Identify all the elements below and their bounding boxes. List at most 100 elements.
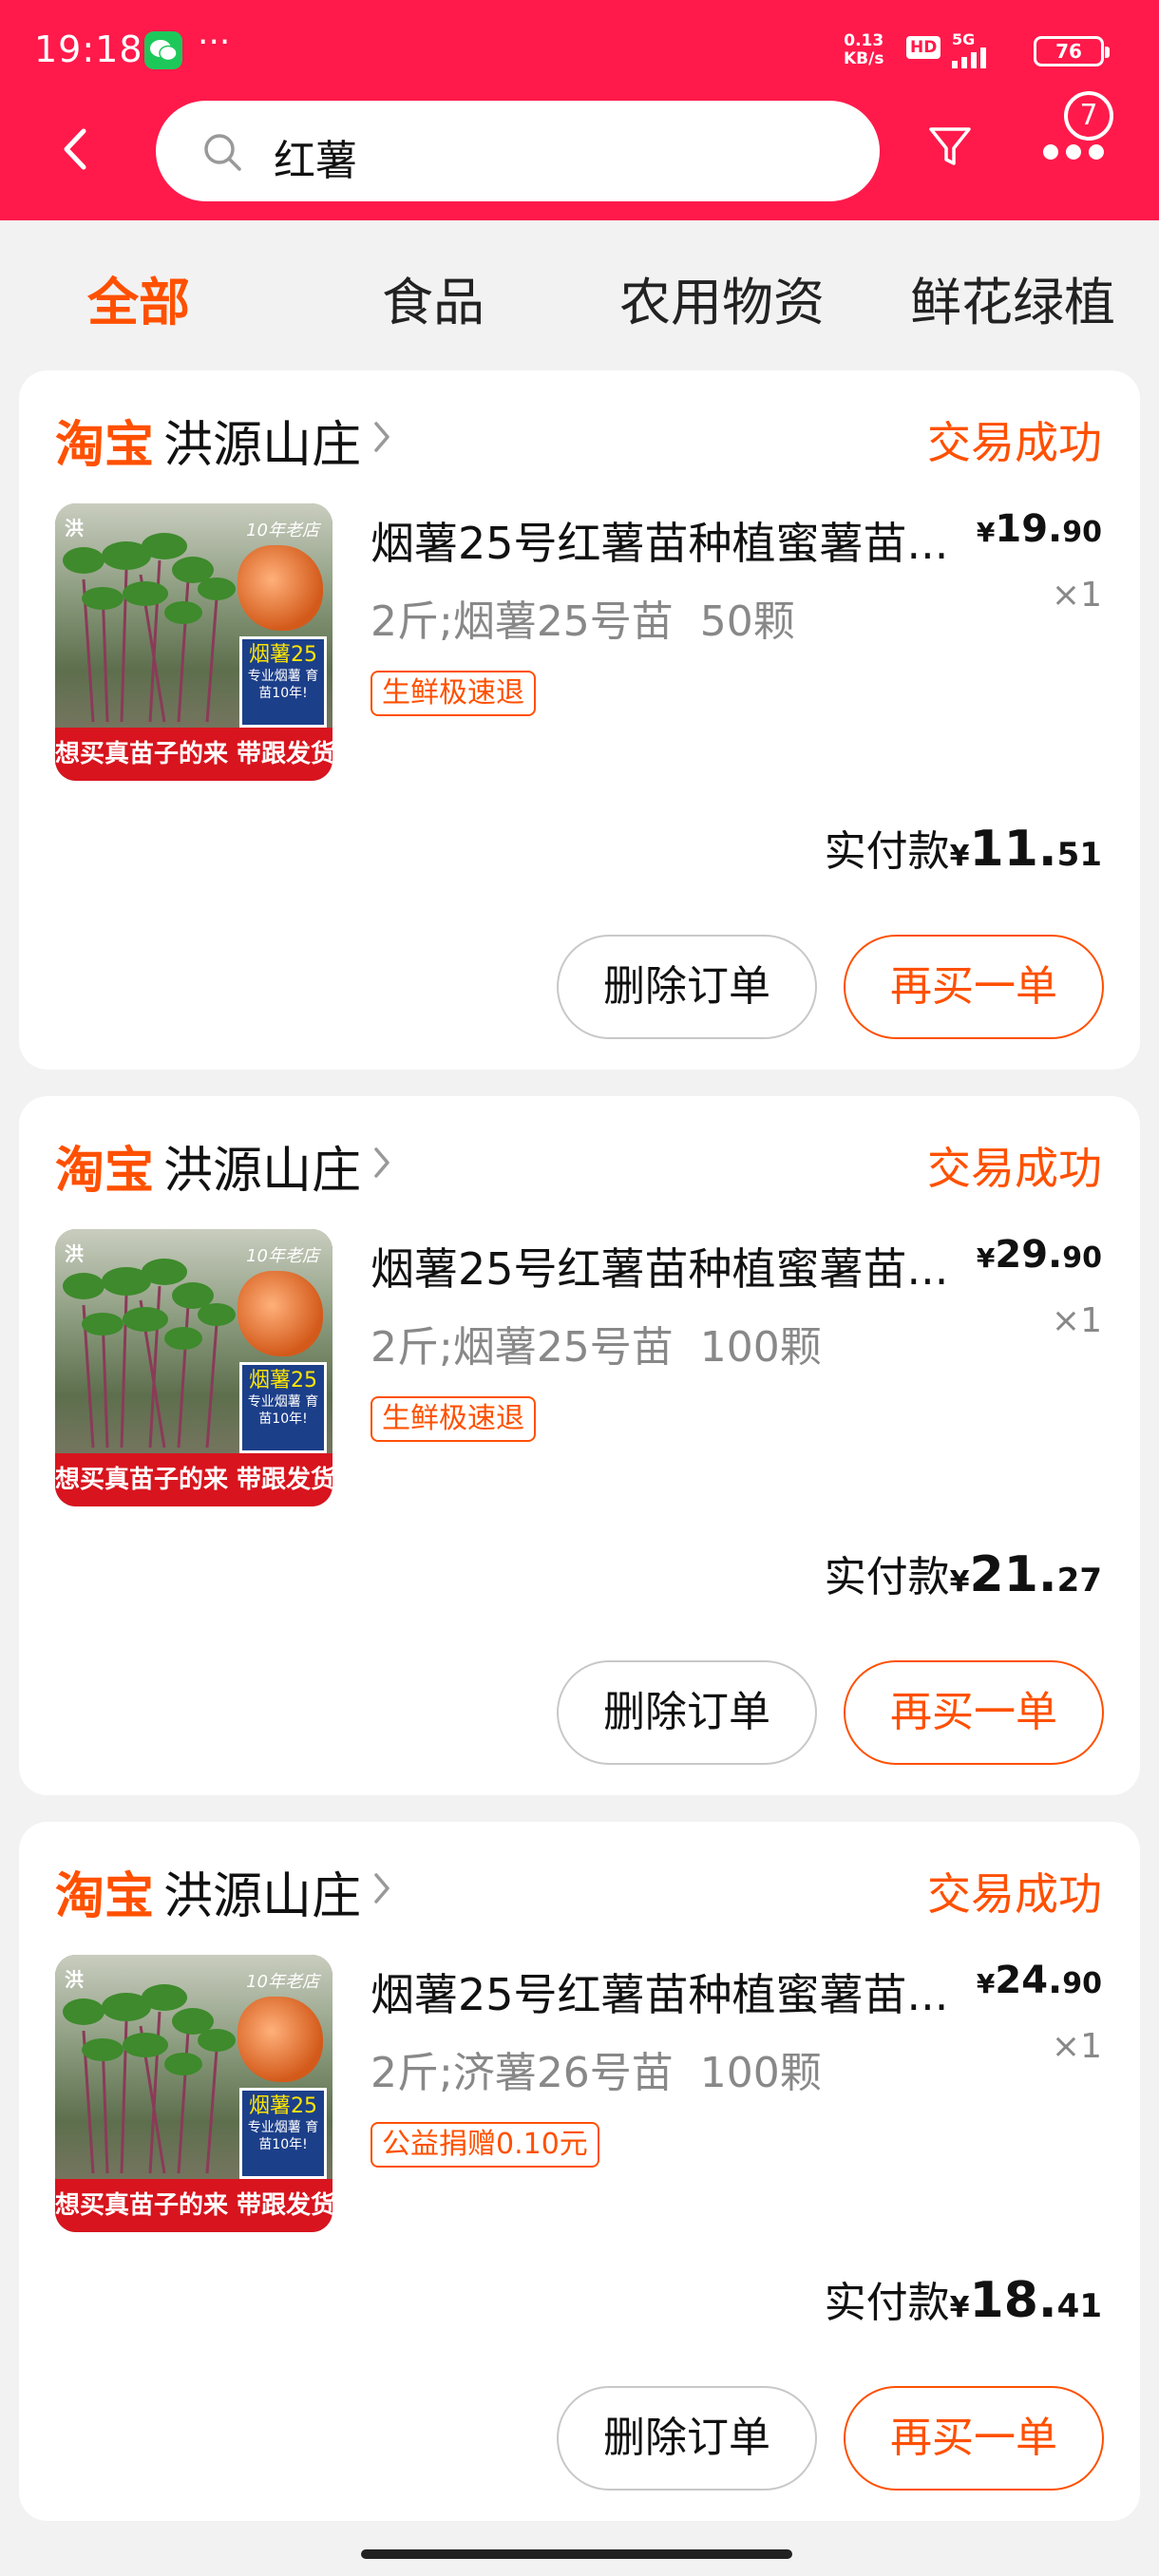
price-currency: ¥	[976, 1968, 996, 1999]
product-image[interactable]: 洪 10年老店 烟薯25 专业烟薯 育苗10年! 想买真苗子的来 带跟发货	[55, 503, 332, 781]
product-title[interactable]: 烟薯25号红薯苗种植蜜薯苗...	[370, 1960, 978, 2023]
product-spec: 2斤;烟薯25号苗 100颗	[370, 1323, 822, 1372]
amount-paid-label: 实付款	[824, 2279, 950, 2327]
paid-currency: ¥	[949, 1565, 970, 1599]
status-more-icon: ···	[198, 23, 231, 62]
thumb-store-age: 10年老店	[246, 1246, 319, 1266]
product-title[interactable]: 烟薯25号红薯苗种植蜜薯苗...	[370, 1235, 978, 1297]
battery-icon: 76	[1034, 36, 1110, 66]
amount-paid-label: 实付款	[824, 827, 950, 876]
thumb-variety: 烟薯25	[249, 643, 317, 667]
paid-decimal: 51	[1056, 836, 1102, 874]
tab-food[interactable]: 食品	[382, 260, 484, 335]
tab-agri-supplies[interactable]: 农用物资	[619, 260, 825, 335]
thumb-banner: 想买真苗子的来 带跟发货	[55, 2179, 332, 2232]
shop-name[interactable]: 洪源山庄	[163, 1856, 361, 1927]
paid-decimal: 27	[1056, 1562, 1102, 1600]
price-currency: ¥	[976, 1242, 996, 1274]
order-status: 交易成功	[927, 1868, 1102, 1920]
service-tag: 生鲜极速退	[370, 671, 536, 716]
delete-order-button[interactable]: 删除订单	[557, 1660, 817, 1765]
amount-paid: 实付款¥21.27	[825, 1543, 1102, 1603]
thumb-variety-tag: 烟薯25 专业烟薯 育苗10年!	[239, 1362, 327, 1453]
sweet-potato-icon	[238, 1997, 323, 2082]
more-dot-icon	[1066, 144, 1081, 160]
thumb-corner-text: 洪	[65, 1242, 84, 1265]
top-header: 19:18 ··· 0.13 KB/s HD 5G 76 红薯 7	[0, 0, 1159, 220]
thumb-store-age: 10年老店	[246, 521, 319, 540]
search-query: 红薯	[274, 137, 357, 185]
product-spec: 2斤;烟薯25号苗 50颗	[370, 597, 795, 646]
product-image[interactable]: 洪 10年老店 烟薯25 专业烟薯 育苗10年! 想买真苗子的来 带跟发货	[55, 1955, 332, 2232]
taobao-brand-label: 淘宝	[55, 1868, 155, 1925]
shop-name[interactable]: 洪源山庄	[163, 1130, 361, 1202]
thumb-variety: 烟薯25	[249, 2094, 317, 2118]
quantity: ×1	[1051, 576, 1102, 615]
product-title[interactable]: 烟薯25号红薯苗种植蜜薯苗...	[370, 509, 978, 572]
notification-badge: 7	[1064, 91, 1113, 141]
shop-name[interactable]: 洪源山庄	[163, 405, 361, 476]
price-integer: 19.	[995, 507, 1063, 551]
price-decimal: 90	[1062, 516, 1102, 549]
buy-again-button[interactable]: 再买一单	[844, 2386, 1104, 2491]
back-arrow-icon	[64, 128, 86, 170]
tab-flowers-plants[interactable]: 鲜花绿植	[910, 260, 1115, 335]
signal-icon: 5G	[952, 30, 1018, 68]
paid-integer: 18.	[969, 2272, 1057, 2329]
quantity: ×1	[1051, 1301, 1102, 1340]
paid-decimal: 41	[1056, 2287, 1102, 2325]
thumb-corner-text: 洪	[65, 1968, 84, 1991]
paid-currency: ¥	[949, 2291, 970, 2324]
buy-again-button[interactable]: 再买一单	[844, 1660, 1104, 1765]
order-status: 交易成功	[927, 417, 1102, 468]
price-decimal: 90	[1062, 1241, 1102, 1275]
hd-icon: HD	[906, 36, 941, 59]
product-image[interactable]: 洪 10年老店 烟薯25 专业烟薯 育苗10年! 想买真苗子的来 带跟发货	[55, 1229, 332, 1506]
taobao-brand-label: 淘宝	[55, 1143, 155, 1200]
thumb-corner-text: 洪	[65, 517, 84, 540]
thumb-banner: 想买真苗子的来 带跟发货	[55, 728, 332, 781]
filter-icon	[929, 127, 971, 165]
chevron-right-icon[interactable]	[370, 1144, 393, 1182]
order-card: 淘宝 洪源山庄 交易成功 洪 10年老店 烟薯25 专业烟薯 育苗10年! 想买…	[19, 1822, 1140, 2521]
status-bar: 19:18 ··· 0.13 KB/s HD 5G 76	[0, 0, 1159, 95]
buy-again-button[interactable]: 再买一单	[844, 935, 1104, 1039]
tab-all[interactable]: 全部	[87, 260, 190, 335]
net-speed-value: 0.13	[844, 31, 884, 50]
price-integer: 29.	[995, 1233, 1063, 1277]
thumb-variety-note: 专业烟薯 育苗10年!	[247, 1394, 319, 1427]
order-status: 交易成功	[927, 1143, 1102, 1194]
net-speed-unit: KB/s	[844, 49, 884, 68]
sweet-potato-icon	[238, 545, 323, 631]
thumb-variety-tag: 烟薯25 专业烟薯 育苗10年!	[239, 2088, 327, 2179]
chevron-right-icon[interactable]	[370, 418, 393, 456]
search-icon	[204, 134, 241, 171]
net-speed: 0.13 KB/s	[844, 32, 884, 68]
chevron-right-icon[interactable]	[370, 1869, 393, 1907]
taobao-brand-label: 淘宝	[55, 417, 155, 474]
paid-currency: ¥	[949, 840, 970, 873]
home-indicator[interactable]	[361, 2549, 792, 2559]
unit-price: ¥19.90	[977, 507, 1102, 551]
price-integer: 24.	[995, 1959, 1063, 2002]
paid-integer: 21.	[969, 1546, 1057, 1603]
unit-price: ¥29.90	[977, 1233, 1102, 1277]
search-input[interactable]: 红薯	[156, 101, 880, 201]
unit-price: ¥24.90	[977, 1959, 1102, 2002]
thumb-banner: 想买真苗子的来 带跟发货	[55, 1453, 332, 1506]
paid-integer: 11.	[969, 821, 1057, 878]
sweet-potato-icon	[238, 1271, 323, 1356]
thumb-store-age: 10年老店	[246, 1972, 319, 1992]
price-currency: ¥	[976, 517, 996, 548]
thumb-variety: 烟薯25	[249, 1369, 317, 1392]
delete-order-button[interactable]: 删除订单	[557, 2386, 817, 2491]
status-time: 19:18	[34, 28, 143, 70]
network-type: 5G	[952, 30, 976, 48]
back-button[interactable]	[57, 125, 95, 173]
order-card: 淘宝 洪源山庄 交易成功 洪 10年老店 烟薯25 专业烟薯 育苗10年! 想买…	[19, 1096, 1140, 1795]
service-tag: 生鲜极速退	[370, 1396, 536, 1442]
delete-order-button[interactable]: 删除订单	[557, 935, 817, 1039]
more-dot-icon	[1043, 144, 1058, 160]
thumb-variety-note: 专业烟薯 育苗10年!	[247, 2120, 319, 2152]
filter-button[interactable]	[927, 123, 973, 173]
